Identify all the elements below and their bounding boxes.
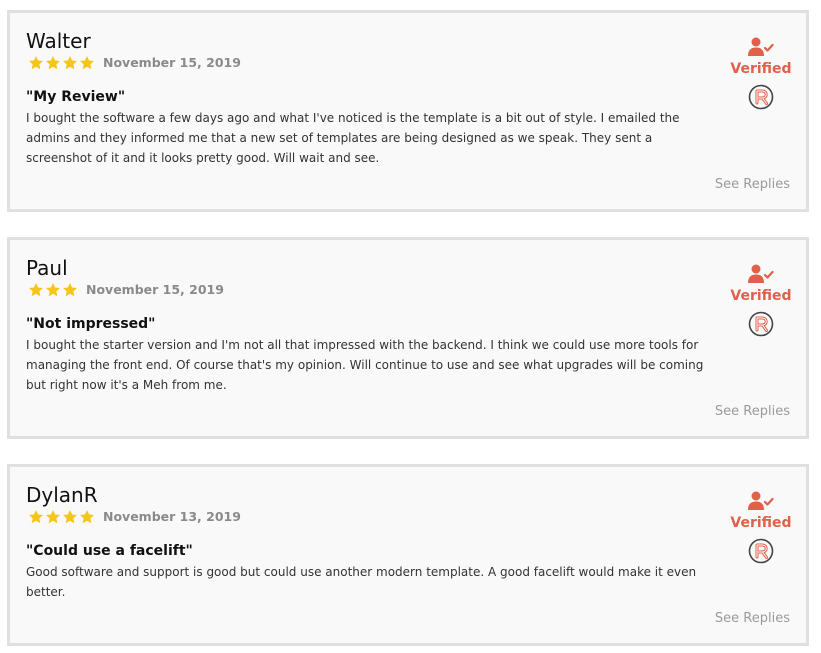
review-body: Good software and support is good but co… xyxy=(26,565,697,599)
review-card: Paul November 15, 2019 "Not impressed" I… xyxy=(7,237,809,439)
r-badge-icon xyxy=(748,84,774,110)
see-replies-link[interactable]: See Replies xyxy=(715,403,790,421)
user-check-icon xyxy=(748,264,774,283)
review-date: November 15, 2019 xyxy=(103,55,241,70)
review-title: "My Review" xyxy=(26,89,126,105)
star-icon xyxy=(45,282,61,298)
review-body: I bought the starter version and I'm not… xyxy=(26,338,704,392)
star-icon xyxy=(45,509,61,525)
verified-label: Verified xyxy=(730,515,792,531)
review-title: "Not impressed" xyxy=(26,316,156,332)
verified-block: Verified xyxy=(728,264,794,337)
see-replies-link[interactable]: See Replies xyxy=(715,176,790,194)
star-rating xyxy=(28,282,79,298)
review-date: November 13, 2019 xyxy=(103,509,241,524)
see-replies-link[interactable]: See Replies xyxy=(715,610,790,628)
reviewer-name: Paul xyxy=(26,256,68,280)
star-rating xyxy=(28,509,96,525)
star-rating xyxy=(28,55,96,71)
review-card: Walter November 15, 2019 "My Review" I b… xyxy=(7,10,809,212)
review-title: "Could use a facelift" xyxy=(26,543,193,559)
verified-block: Verified xyxy=(728,37,794,110)
verified-label: Verified xyxy=(730,288,792,304)
reviewer-name: DylanR xyxy=(26,483,98,507)
review-body: I bought the software a few days ago and… xyxy=(26,111,680,165)
verified-block: Verified xyxy=(728,491,794,564)
reviewer-name: Walter xyxy=(26,29,91,53)
review-date: November 15, 2019 xyxy=(86,282,224,297)
r-badge-icon xyxy=(748,311,774,337)
star-icon xyxy=(45,55,61,71)
rating-row: November 15, 2019 xyxy=(28,54,241,72)
star-icon xyxy=(62,282,78,298)
user-check-icon xyxy=(748,37,774,56)
star-icon xyxy=(79,509,95,525)
star-icon xyxy=(62,55,78,71)
star-icon xyxy=(28,509,44,525)
review-card: DylanR November 13, 2019 "Could use a fa… xyxy=(7,464,809,646)
rating-row: November 13, 2019 xyxy=(28,508,241,526)
star-icon xyxy=(62,509,78,525)
user-check-icon xyxy=(748,491,774,510)
r-badge-icon xyxy=(748,538,774,564)
star-icon xyxy=(28,55,44,71)
star-icon xyxy=(79,55,95,71)
rating-row: November 15, 2019 xyxy=(28,281,224,299)
verified-label: Verified xyxy=(730,61,792,77)
star-icon xyxy=(28,282,44,298)
